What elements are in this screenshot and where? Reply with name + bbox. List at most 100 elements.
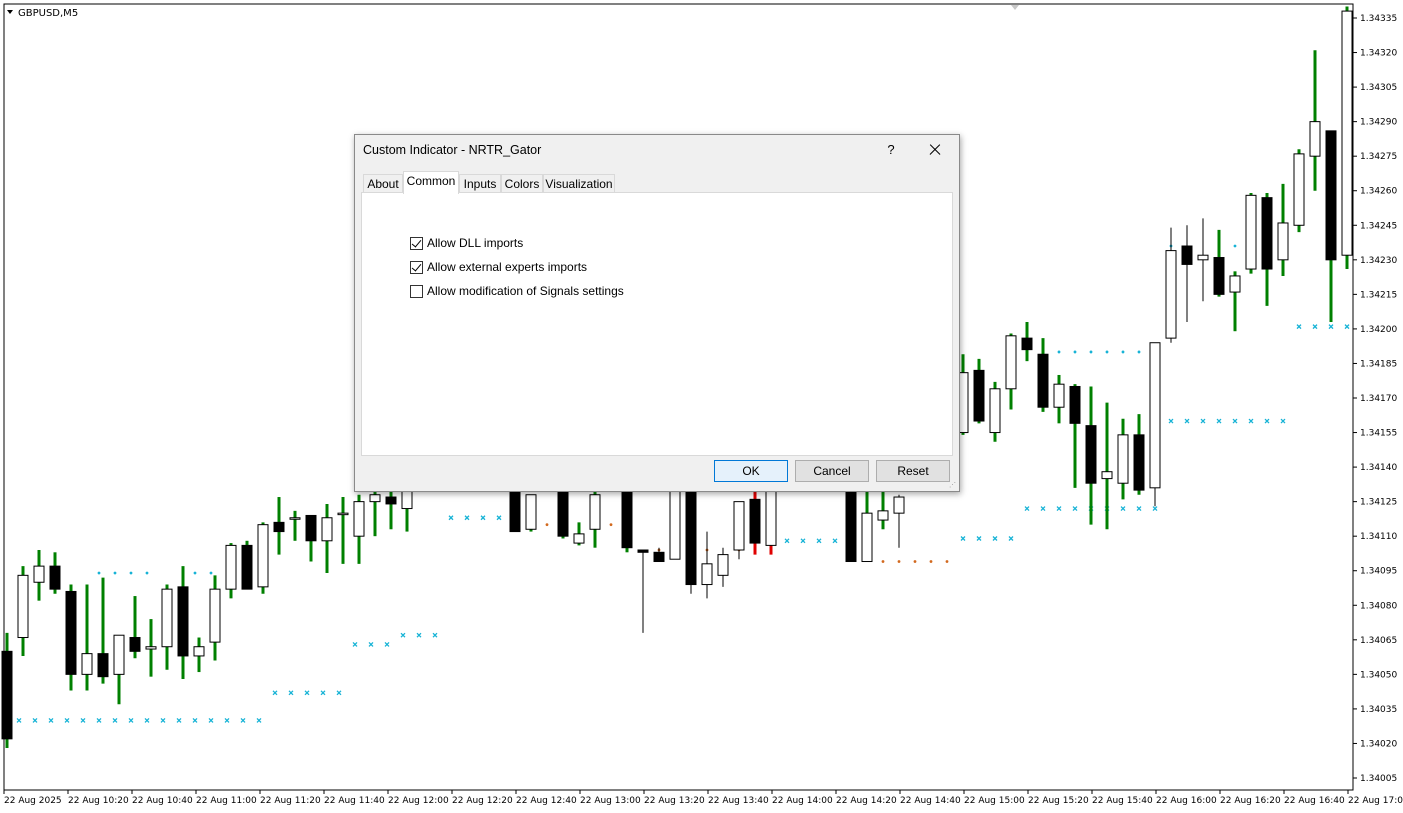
allow-external-experts-label: Allow external experts imports (427, 260, 588, 274)
stop-dot-marker (1089, 350, 1093, 354)
candle-body (1117, 434, 1129, 484)
time-tick-label: 22 Aug 12:40 (516, 796, 577, 806)
close-icon[interactable] (923, 139, 947, 161)
allow-signals-modification-label: Allow modification of Signals settings (427, 284, 624, 298)
price-tick-label: 1.34320 (1360, 49, 1397, 59)
candle-body (209, 588, 221, 643)
stop-dot-marker (545, 523, 549, 527)
candle-body (749, 498, 761, 544)
time-tick-label: 22 Aug 10:20 (68, 796, 129, 806)
candle-body (177, 586, 189, 657)
time-tick-label: 22 Aug 12:00 (388, 796, 449, 806)
tab-visualization[interactable]: Visualization (543, 174, 615, 193)
candle (65, 584, 77, 691)
price-tick-label: 1.34305 (1360, 83, 1397, 93)
candle-body (1293, 153, 1305, 226)
candle (765, 489, 777, 555)
candle-body (701, 563, 713, 586)
candle-body (289, 517, 301, 520)
tab-about[interactable]: About (363, 174, 403, 193)
price-tick-label: 1.34065 (1360, 636, 1397, 646)
candle-body (1149, 342, 1161, 489)
price-tick-label: 1.34155 (1360, 429, 1397, 439)
tab-colors[interactable]: Colors (501, 174, 543, 193)
candle (989, 381, 1001, 442)
price-tick-label: 1.34050 (1360, 670, 1397, 680)
dialog-title: Custom Indicator - NRTR_Gator (363, 143, 542, 157)
candle-body (1197, 254, 1209, 261)
candle-body (845, 489, 857, 563)
custom-indicator-dialog: Custom Indicator - NRTR_Gator ? About Co… (354, 134, 960, 492)
candle-body (369, 494, 381, 503)
stop-dot-marker (913, 560, 917, 563)
candle-body (877, 510, 889, 521)
candle-body (1229, 275, 1241, 293)
tab-inputs[interactable]: Inputs (459, 174, 501, 193)
candle-body (861, 512, 873, 563)
candle-body (241, 544, 253, 590)
stop-dot-marker (929, 560, 933, 563)
price-tick-label: 1.34125 (1360, 498, 1397, 508)
candle-body (161, 588, 173, 648)
candle-body (893, 496, 905, 514)
stop-dot-marker (1121, 350, 1125, 354)
candle (1293, 149, 1305, 233)
candle-body (113, 634, 125, 675)
price-tick-label: 1.34245 (1360, 221, 1397, 231)
candle-body (557, 489, 569, 537)
candle-body (669, 489, 681, 560)
cancel-button[interactable]: Cancel (795, 460, 869, 482)
candle-body (1053, 383, 1065, 408)
candle-body (337, 512, 349, 516)
stop-dot-marker (897, 560, 901, 563)
candle-body (145, 646, 157, 650)
help-button[interactable]: ? (881, 141, 901, 161)
tab-common[interactable]: Common (403, 171, 459, 194)
candle-body (385, 496, 397, 505)
time-tick-label: 22 Aug 2025 (4, 796, 62, 806)
time-tick-label: 22 Aug 14:40 (900, 796, 961, 806)
stop-dot-marker (113, 571, 117, 575)
ok-button[interactable]: OK (714, 460, 788, 482)
allow-external-experts-checkbox[interactable] (410, 261, 423, 274)
resize-grip-icon[interactable]: ⋰ (949, 481, 957, 489)
candle-body (17, 574, 29, 639)
time-tick-label: 22 Aug 14:00 (772, 796, 833, 806)
candle (845, 489, 857, 563)
price-tick-label: 1.34185 (1360, 359, 1397, 369)
candle-body (257, 524, 269, 588)
candle-body (1021, 337, 1033, 351)
candle-body (353, 501, 365, 537)
candle-body (1309, 121, 1321, 157)
stop-dot-marker (193, 571, 197, 575)
candle (621, 489, 633, 553)
time-tick-label: 22 Aug 11:20 (260, 796, 321, 806)
price-tick-label: 1.34275 (1360, 152, 1397, 162)
price-tick-label: 1.34095 (1360, 567, 1397, 577)
price-tick-label: 1.34290 (1360, 118, 1397, 128)
candle-body (1133, 434, 1145, 491)
price-tick-label: 1.34080 (1360, 601, 1397, 611)
allow-signals-modification-checkbox[interactable] (410, 285, 423, 298)
stop-dot-marker (609, 523, 613, 527)
common-tab-panel: Allow DLL imports Allow external experts… (361, 192, 953, 456)
candle-body (765, 489, 777, 546)
time-tick-label: 22 Aug 13:40 (708, 796, 769, 806)
reset-button[interactable]: Reset (876, 460, 950, 482)
stop-dot-marker (1105, 350, 1109, 354)
time-axis: 22 Aug 2025 22 Aug 10:20 22 Aug 10:40 22 Au… (3, 790, 1403, 806)
candle-body (685, 489, 697, 586)
candle (557, 489, 569, 539)
stop-dot-marker (1073, 350, 1077, 354)
allow-dll-imports-checkbox[interactable] (410, 237, 423, 250)
price-axis: 1.34335 1.34320 1.34305 1.34290 1.34275 1.342… (1353, 14, 1397, 784)
stop-dot-marker (945, 560, 949, 563)
time-tick-label: 22 Aug 13:00 (580, 796, 641, 806)
symbol-label: GBPUSD,M5 (18, 8, 78, 19)
candle-body (1181, 245, 1193, 265)
candle-body (509, 489, 521, 533)
price-tick-label: 1.34215 (1360, 290, 1397, 300)
price-tick-label: 1.34230 (1360, 256, 1397, 266)
price-tick-label: 1.34020 (1360, 739, 1397, 749)
candle (1341, 6, 1353, 270)
